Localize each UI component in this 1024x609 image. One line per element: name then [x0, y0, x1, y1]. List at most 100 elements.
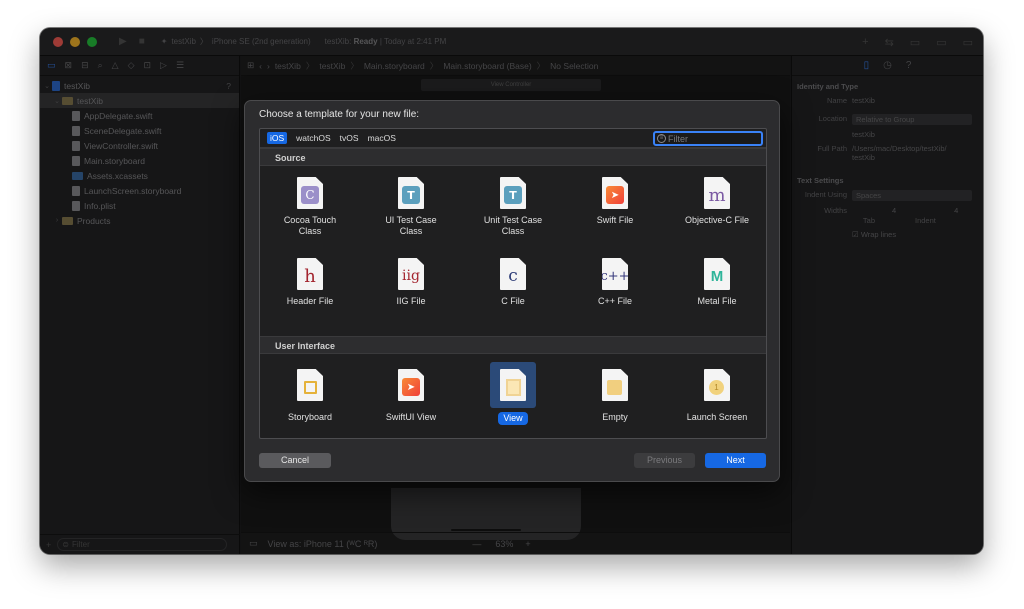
user-interface-section-header: User Interface [260, 336, 766, 354]
stop-icon[interactable]: ■ [139, 36, 145, 47]
outline-toggle-icon[interactable]: ▭ [249, 538, 258, 549]
tab-ios[interactable]: iOS [267, 132, 288, 144]
unit-test-file-icon: T [500, 177, 526, 209]
tab-width-stepper[interactable]: 4 [892, 206, 896, 215]
disclosure-icon[interactable]: ⌄ [52, 97, 62, 105]
template-chooser-sheet: Choose a template for your new file: iOS… [244, 100, 780, 482]
help-icon[interactable]: ? [906, 60, 912, 71]
home-indicator [451, 529, 521, 531]
inspector-toggle-icon[interactable]: ▭ [963, 36, 973, 49]
close-window-button[interactable] [53, 36, 63, 47]
template-launch-screen[interactable]: 1 Launch Screen [667, 362, 766, 423]
tree-item-file[interactable]: Assets.xcassets [40, 168, 239, 183]
code-review-icon[interactable]: ⇆ [885, 36, 894, 49]
related-items-icon[interactable]: ⊞ [247, 60, 254, 71]
breadcrumb-item[interactable]: testXib [275, 61, 301, 71]
status-badge: ? [226, 80, 231, 91]
debug-toggle-icon[interactable]: ▭ [936, 36, 946, 49]
next-button[interactable]: Next [705, 453, 766, 468]
navigator-filter-field[interactable]: ⊜ Filter [57, 538, 228, 551]
template-empty[interactable]: Empty [565, 362, 665, 423]
tree-item-file[interactable]: SceneDelegate.swift [40, 123, 239, 138]
tree-item-file[interactable]: Info.plist [40, 198, 239, 213]
inspector-tabs: ▯ ◷ ? [792, 56, 983, 76]
template-c-file[interactable]: c C File [463, 258, 563, 307]
cpp-file-icon: c++ [602, 258, 628, 290]
navigator-toggle-icon[interactable]: ▭ [910, 36, 920, 49]
cancel-button[interactable]: Cancel [259, 453, 331, 468]
platform-tabs: iOS watchOS tvOS macOS ≡ Filter [260, 129, 766, 148]
previous-button[interactable]: Previous [634, 453, 695, 468]
location-path: testXib [852, 130, 875, 139]
swift-file-icon [72, 140, 80, 151]
search-icon[interactable]: ⌕ [98, 60, 103, 71]
tree-item-group[interactable]: ⌄ testXib [40, 93, 239, 108]
breadcrumb-item[interactable]: No Selection [550, 61, 598, 71]
tree-item-products[interactable]: › Products [40, 213, 239, 228]
tree-item-file[interactable]: Main.storyboard [40, 153, 239, 168]
name-field[interactable]: testXib [852, 96, 875, 105]
run-icon[interactable]: ▶ [119, 36, 127, 47]
filter-icon: ≡ [657, 134, 666, 143]
location-select[interactable]: Relative to Group [852, 114, 972, 125]
tab-watchos[interactable]: watchOS [296, 133, 331, 143]
template-objective-c-file[interactable]: m Objective-C File [667, 177, 766, 226]
library-icon[interactable]: + [862, 36, 868, 49]
storyboard-file-icon [297, 369, 323, 401]
breadcrumb-item[interactable]: Main.storyboard (Base) [443, 61, 531, 71]
project-navigator: ▭ ⊠ ⊟ ⌕ △ ◇ ⊡ ▷ ☰ ⌄ testXib ? ⌄ testXib [40, 56, 240, 554]
iig-file-icon: iig [398, 258, 424, 290]
test-icon[interactable]: ◇ [128, 60, 135, 71]
folder-icon[interactable]: ▭ [47, 60, 56, 71]
traffic-lights [53, 36, 97, 47]
breadcrumb-item[interactable]: Main.storyboard [364, 61, 425, 71]
template-header-file[interactable]: h Header File [260, 258, 360, 307]
template-cocoa-touch-class[interactable]: C Cocoa Touch Class [260, 177, 360, 237]
file-icon[interactable]: ▯ [864, 60, 870, 71]
forward-icon[interactable]: › [267, 61, 270, 71]
tree-item-project[interactable]: ⌄ testXib ? [40, 78, 239, 93]
history-icon[interactable]: ◷ [883, 60, 892, 71]
wrap-lines-checkbox[interactable]: ☑ Wrap lines [852, 230, 896, 239]
breadcrumb-item[interactable]: testXib [319, 61, 345, 71]
tab-tvos[interactable]: tvOS [340, 133, 359, 143]
toolbar-right: + ⇆ ▭ ▭ ▭ [862, 36, 973, 49]
template-storyboard[interactable]: Storyboard [260, 362, 360, 423]
breakpoint-icon[interactable]: ▷ [160, 60, 167, 71]
debug-icon[interactable]: ⊡ [144, 60, 152, 71]
zoom-in-icon[interactable]: + [525, 539, 530, 549]
template-swiftui-view[interactable]: ➤ SwiftUI View [361, 362, 461, 423]
template-metal-file[interactable]: M Metal File [667, 258, 766, 307]
swift-file-icon: ➤ [602, 177, 628, 209]
zoom-out-icon[interactable]: — [472, 539, 481, 549]
tree-item-file[interactable]: AppDelegate.swift [40, 108, 239, 123]
source-control-icon[interactable]: ⊠ [65, 60, 73, 71]
cocoa-touch-file-icon: C [297, 177, 323, 209]
view-as-selector[interactable]: View as: iPhone 11 (ᵂC ᴿR) [268, 539, 378, 549]
disclosure-icon[interactable]: › [52, 217, 62, 224]
indent-width-stepper[interactable]: 4 [954, 206, 958, 215]
template-iig-file[interactable]: iig IIG File [361, 258, 461, 307]
minimize-window-button[interactable] [70, 36, 80, 47]
tree-item-file[interactable]: LaunchScreen.storyboard [40, 183, 239, 198]
symbol-icon[interactable]: ⊟ [81, 60, 89, 71]
template-ui-test-case-class[interactable]: T UI Test Case Class [361, 177, 461, 237]
template-swift-file[interactable]: ➤ Swift File [565, 177, 665, 226]
folder-icon [62, 96, 73, 105]
template-unit-test-case-class[interactable]: T Unit Test Case Class [463, 177, 563, 237]
tab-macos[interactable]: macOS [368, 133, 396, 143]
template-cpp-file[interactable]: c++ C++ File [565, 258, 665, 307]
scheme-selector[interactable]: ✦ testXib 〉 iPhone SE (2nd generation) [161, 36, 311, 47]
zoom-window-button[interactable] [87, 36, 97, 47]
disclosure-icon[interactable]: ⌄ [42, 82, 52, 90]
template-filter-field[interactable]: ≡ Filter [653, 131, 763, 146]
status-time: Today at 2:41 PM [383, 37, 447, 46]
back-icon[interactable]: ‹ [259, 61, 262, 71]
template-view[interactable]: View [463, 362, 563, 425]
warning-icon[interactable]: △ [112, 60, 119, 71]
tree-item-file[interactable]: ViewController.swift [40, 138, 239, 153]
launch-screen-file-icon: 1 [704, 369, 730, 401]
report-icon[interactable]: ☰ [176, 60, 184, 71]
indent-select[interactable]: Spaces [852, 190, 972, 201]
add-icon[interactable]: + [46, 540, 51, 550]
